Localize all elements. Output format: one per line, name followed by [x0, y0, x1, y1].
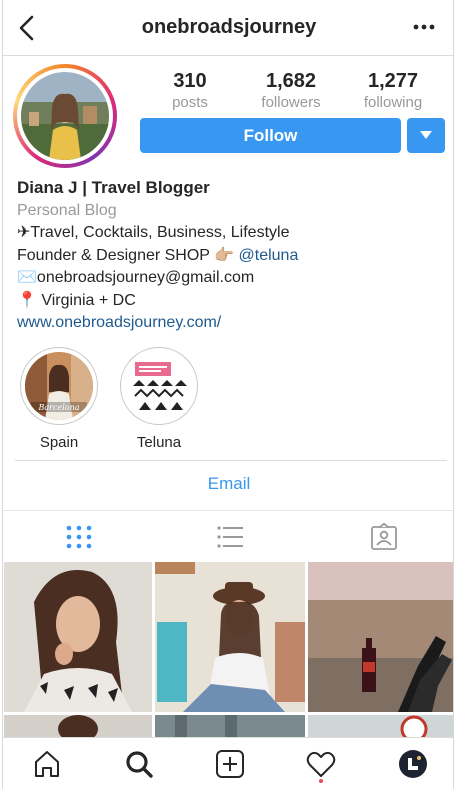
- following-label: following: [363, 94, 423, 111]
- posts-count: 310: [173, 70, 207, 92]
- tagged-photos-icon[interactable]: [369, 522, 399, 551]
- new-post-icon[interactable]: [214, 748, 246, 780]
- profile-bio: Diana J | Travel Blogger Personal Blog ✈…: [17, 177, 447, 335]
- bio-line-shop: Founder & Designer SHOP 👉🏼 @teluna: [17, 245, 447, 268]
- highlight-spain-label: Spain: [39, 434, 79, 451]
- profile-avatar[interactable]: [21, 72, 109, 160]
- bottom-navigation: [3, 737, 453, 789]
- activity-heart-icon[interactable]: [305, 748, 337, 780]
- following-count: 1,277: [367, 70, 419, 92]
- highlight-spain-cover: Barcelona: [25, 352, 93, 420]
- followers-label: followers: [261, 94, 321, 111]
- follow-button[interactable]: Follow: [140, 118, 401, 153]
- grid-photo[interactable]: [4, 562, 152, 712]
- home-icon[interactable]: [31, 748, 63, 780]
- activity-notification-dot: [319, 779, 323, 783]
- profile-full-name: Diana J | Travel Blogger: [17, 178, 210, 197]
- divider: [15, 460, 447, 461]
- caret-down-icon: [420, 131, 432, 139]
- highlight-teluna-cover: [125, 352, 193, 420]
- list-view-icon[interactable]: [215, 523, 245, 551]
- bio-line-location: 📍 Virginia + DC: [17, 291, 136, 309]
- grid-photo[interactable]: [308, 715, 453, 737]
- suggested-accounts-button[interactable]: [407, 118, 445, 153]
- grid-photo[interactable]: [4, 715, 152, 737]
- profile-tab-avatar-icon[interactable]: [397, 748, 429, 780]
- followers-count: 1,682: [265, 70, 317, 92]
- bio-line-email: ✉️onebroadsjourney@gmail.com: [17, 269, 255, 286]
- grid-view-icon[interactable]: [64, 523, 94, 551]
- profile-username: onebroadsjourney: [141, 16, 317, 38]
- posts-label: posts: [172, 94, 208, 111]
- highlight-teluna-label: Teluna: [136, 434, 182, 451]
- more-dots-icon[interactable]: [411, 16, 437, 38]
- bio-line-interests: ✈Travel, Cocktails, Business, Lifestyle: [17, 224, 290, 241]
- profile-avatar-ring[interactable]: [13, 64, 117, 168]
- bio-shop-text: Founder & Designer SHOP 👉🏼: [17, 246, 239, 264]
- profile-screen: onebroadsjourney 310 posts 1,682 followe…: [2, 0, 454, 789]
- search-icon[interactable]: [123, 748, 155, 780]
- highlight-spain[interactable]: Barcelona Spain: [19, 347, 99, 451]
- grid-photo[interactable]: [308, 562, 453, 712]
- stat-followers[interactable]: 1,682 followers: [246, 70, 336, 111]
- profile-website-link[interactable]: www.onebroadsjourney.com/: [17, 312, 447, 335]
- profile-category: Personal Blog: [17, 201, 117, 219]
- bio-mention-link[interactable]: @teluna: [239, 247, 299, 264]
- stat-following[interactable]: 1,277 following: [348, 70, 438, 111]
- svg-text:Barcelona: Barcelona: [38, 403, 80, 412]
- email-contact-button[interactable]: Email: [3, 474, 453, 494]
- stat-posts[interactable]: 310 posts: [145, 70, 235, 111]
- grid-photo[interactable]: [155, 715, 305, 737]
- highlight-teluna[interactable]: Teluna: [119, 347, 199, 451]
- profile-view-tabs: [3, 510, 453, 560]
- grid-photo[interactable]: [155, 562, 305, 712]
- top-bar: onebroadsjourney: [3, 0, 453, 56]
